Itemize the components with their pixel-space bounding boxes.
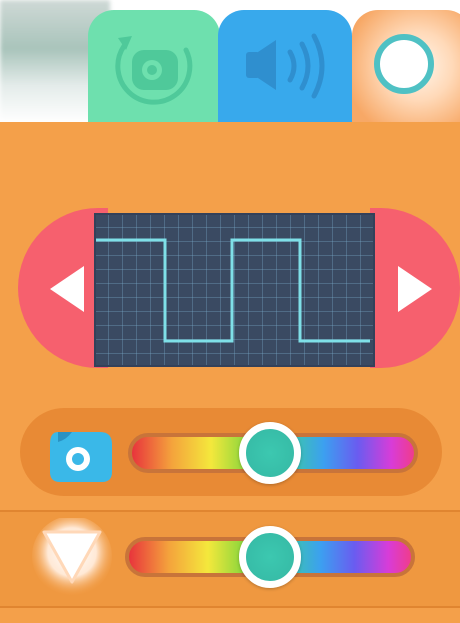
- slider-knob-2[interactable]: [239, 526, 301, 588]
- rotate-tape-icon: [115, 36, 193, 105]
- slider-knob-1[interactable]: [239, 422, 302, 484]
- color-slider-1[interactable]: [128, 422, 418, 484]
- triangle-glow-icon: [32, 518, 112, 596]
- camera-dot-icon: [50, 432, 112, 482]
- top-tab-bar: [0, 0, 460, 122]
- tab-rotation[interactable]: [88, 10, 220, 122]
- tab-color[interactable]: [352, 10, 460, 122]
- waveform-display: [94, 213, 375, 367]
- tab-sound[interactable]: [218, 10, 352, 122]
- color-circle-icon: [374, 34, 434, 94]
- speaker-icon: [246, 33, 325, 99]
- left-triangle-icon: [50, 266, 84, 312]
- right-triangle-icon: [398, 266, 432, 312]
- square-wave-graph: [96, 238, 370, 343]
- color-slider-2[interactable]: [125, 526, 415, 588]
